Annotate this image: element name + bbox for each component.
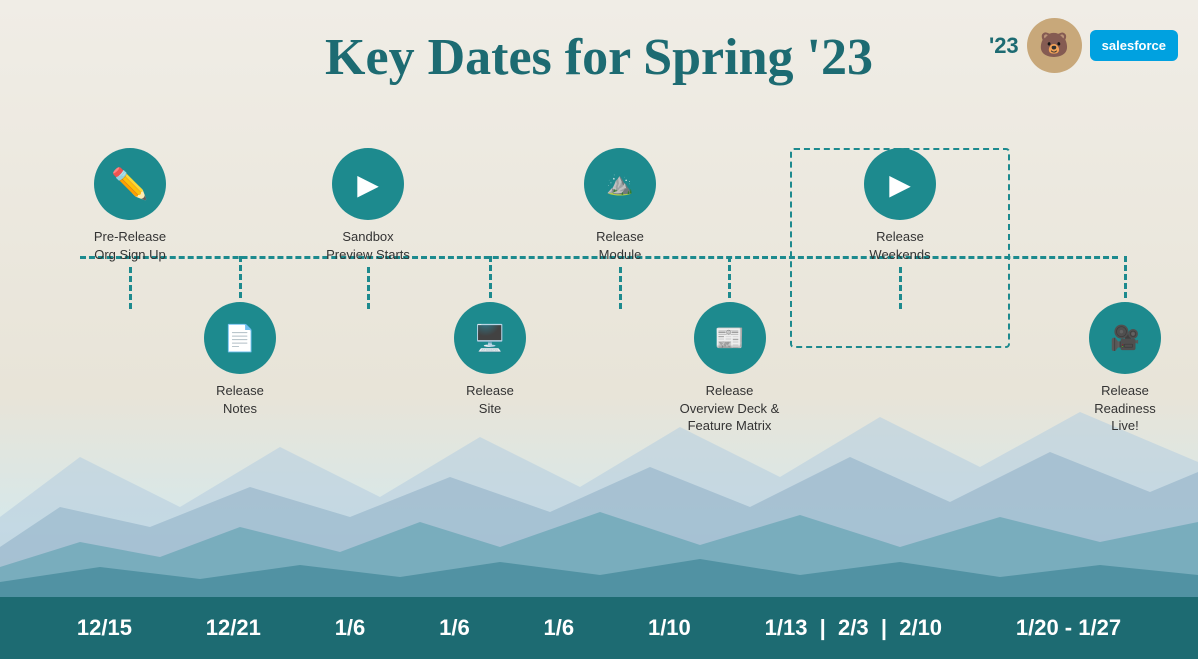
release-readiness-icon: 🎥 — [1089, 302, 1161, 374]
sandbox-icon: ▶ — [332, 148, 404, 220]
release-site-item: 🖥️ ReleaseSite — [440, 256, 540, 417]
release-readiness-item: 🎥 Release ReadinessLive! — [1070, 256, 1180, 435]
sandbox-item: ▶ SandboxPreview Starts — [318, 148, 418, 309]
date-110: 1/10 — [648, 615, 691, 641]
date-16a: 1/6 — [335, 615, 366, 641]
pre-release-label: Pre-ReleaseOrg Sign Up — [94, 228, 166, 263]
release-readiness-up-line — [1124, 256, 1127, 298]
date-readiness: 1/20 - 1/27 — [1016, 615, 1121, 641]
item-release-weekends: ▶ ReleaseWeekends — [850, 148, 950, 309]
release-overview-label: ReleaseOverview Deck &Feature Matrix — [680, 382, 780, 435]
release-weekends-icon: ▶ — [864, 148, 936, 220]
pre-release-item: ✏️ Pre-ReleaseOrg Sign Up — [85, 148, 175, 309]
release-notes-item: 📄 ReleaseNotes — [190, 256, 290, 417]
release-notes-up-line — [239, 256, 242, 298]
timeline-area: ✏️ Pre-ReleaseOrg Sign Up ▶ SandboxPrevi… — [30, 120, 1168, 560]
item-release-module: ⛰️ ReleaseModule — [570, 148, 670, 309]
release-overview-icon: 📰 — [694, 302, 766, 374]
release-site-up-line — [489, 256, 492, 298]
item-release-notes: 📄 ReleaseNotes — [190, 256, 290, 417]
spring23-badge: '23 — [989, 33, 1019, 59]
item-release-overview: 📰 ReleaseOverview Deck &Feature Matrix — [672, 256, 787, 435]
date-16c: 1/6 — [544, 615, 575, 641]
item-release-site: 🖥️ ReleaseSite — [440, 256, 540, 417]
pre-release-line — [129, 267, 132, 309]
date-1215: 12/15 — [77, 615, 132, 641]
bottom-date-bar: 12/15 12/21 1/6 1/6 1/6 1/10 1/13 | 2/3 … — [0, 597, 1198, 659]
mascot-icon: 🐻 — [1027, 18, 1082, 73]
pre-release-icon: ✏️ — [94, 148, 166, 220]
release-module-icon: ⛰️ — [584, 148, 656, 220]
logo-area: '23 🐻 salesforce — [989, 18, 1178, 73]
salesforce-logo: salesforce — [1090, 30, 1178, 61]
date-1221: 12/21 — [206, 615, 261, 641]
release-weekends-line — [899, 267, 902, 309]
sandbox-label: SandboxPreview Starts — [326, 228, 410, 263]
release-site-icon: 🖥️ — [454, 302, 526, 374]
release-overview-item: 📰 ReleaseOverview Deck &Feature Matrix — [672, 256, 787, 435]
release-notes-label: ReleaseNotes — [216, 382, 264, 417]
release-site-label: ReleaseSite — [466, 382, 514, 417]
item-sandbox-preview: ▶ SandboxPreview Starts — [318, 148, 418, 309]
release-weekends-label: ReleaseWeekends — [869, 228, 930, 263]
release-module-item: ⛰️ ReleaseModule — [570, 148, 670, 309]
date-16b: 1/6 — [439, 615, 470, 641]
release-notes-icon: 📄 — [204, 302, 276, 374]
release-overview-up-line — [728, 256, 731, 298]
release-readiness-label: Release ReadinessLive! — [1070, 382, 1180, 435]
release-weekends-item: ▶ ReleaseWeekends — [850, 148, 950, 309]
sandbox-line — [367, 267, 370, 309]
release-module-label: ReleaseModule — [596, 228, 644, 263]
item-pre-release: ✏️ Pre-ReleaseOrg Sign Up — [85, 148, 175, 309]
date-release-weekends: 1/13 | 2/3 | 2/10 — [765, 615, 942, 641]
release-module-line — [619, 267, 622, 309]
item-release-readiness: 🎥 Release ReadinessLive! — [1070, 256, 1180, 435]
